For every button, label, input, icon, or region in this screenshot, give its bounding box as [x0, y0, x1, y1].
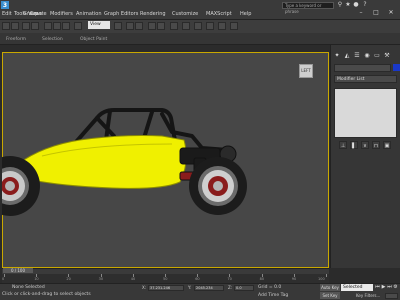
- user-icon[interactable]: ●: [353, 2, 359, 8]
- select-region-button[interactable]: [62, 22, 70, 30]
- menu-maxscript[interactable]: MAXScript: [206, 11, 232, 17]
- menu-help[interactable]: Help: [240, 11, 251, 17]
- infocenter-icon[interactable]: ★: [345, 2, 351, 8]
- timeline-tick-label: 30: [98, 277, 104, 281]
- timeline-tick-label: 70: [227, 277, 232, 281]
- timeline-tick-label: 90: [291, 277, 297, 281]
- layer-button[interactable]: [170, 22, 178, 30]
- timeline-tick-label: 40: [130, 277, 136, 281]
- move-button[interactable]: [74, 22, 82, 30]
- add-time-tag-button[interactable]: Add Time Tag: [258, 293, 288, 298]
- timeline-tick: [326, 274, 327, 277]
- create-tab-icon[interactable]: ✦: [333, 52, 341, 60]
- search-input[interactable]: Type a keyword or phrase: [282, 2, 334, 14]
- key-mode-dropdown[interactable]: Selected: [341, 284, 373, 291]
- display-tab-icon[interactable]: ▭: [373, 52, 381, 60]
- app-logo-icon[interactable]: 3: [1, 1, 9, 9]
- menu-rendering[interactable]: Rendering: [140, 11, 166, 17]
- make-unique-button[interactable]: ∨: [361, 141, 369, 149]
- redo-button[interactable]: [11, 22, 19, 30]
- search-icon[interactable]: ⚲: [337, 2, 343, 8]
- rear-wheel: [189, 157, 247, 215]
- remove-modifier-button[interactable]: ⊓: [372, 141, 380, 149]
- time-config-icon[interactable]: ⚙: [393, 285, 398, 290]
- current-frame-field[interactable]: [385, 293, 398, 299]
- curve-editor-button[interactable]: [182, 22, 190, 30]
- x-coord-field[interactable]: 37.231.246: [148, 285, 184, 291]
- y-coord-label: Y:: [188, 285, 192, 290]
- go-to-start-icon[interactable]: ⏮: [375, 285, 380, 290]
- menu-graph-editors[interactable]: Graph Editors: [104, 11, 138, 17]
- motion-tab-icon[interactable]: ◉: [363, 52, 371, 60]
- prompt-line: Click or click-and-drag to select object…: [2, 292, 91, 297]
- modifier-stack[interactable]: [334, 88, 397, 138]
- material-editor-button[interactable]: [194, 22, 202, 30]
- timeline-tick-label: 0: [2, 277, 5, 281]
- select-object-button[interactable]: [44, 22, 52, 30]
- mirror-button[interactable]: [148, 22, 156, 30]
- timeline-tick-label: 80: [259, 277, 265, 281]
- menu-create[interactable]: Create: [30, 11, 47, 17]
- pivot-button[interactable]: [114, 22, 122, 30]
- utilities-tab-icon[interactable]: ⚒: [383, 52, 391, 60]
- unlink-button[interactable]: [31, 22, 39, 30]
- play-icon[interactable]: ▶: [381, 285, 386, 290]
- reference-coord-dropdown[interactable]: View: [88, 21, 110, 29]
- help-icon[interactable]: ?: [362, 2, 368, 8]
- ribbon-tab-object-paint[interactable]: Object Paint: [80, 37, 107, 42]
- selection-status: None Selected: [12, 285, 45, 290]
- timeline-tick-label: 20: [66, 277, 71, 281]
- grid-size-readout: Grid = 0.0: [258, 285, 282, 290]
- modifier-list-dropdown[interactable]: Modifier List: [334, 75, 397, 83]
- go-to-end-icon[interactable]: ⏭: [387, 285, 392, 290]
- key-filters-button[interactable]: Key Filters...: [356, 293, 380, 298]
- x-coord-label: X:: [142, 285, 147, 290]
- menu-modifiers[interactable]: Modifiers: [50, 11, 73, 17]
- menu-animation[interactable]: Animation: [76, 11, 102, 17]
- object-color-swatch[interactable]: [393, 64, 400, 71]
- ribbon-tab-selection[interactable]: Selection: [42, 37, 63, 42]
- minimize-icon[interactable]: –: [354, 9, 368, 16]
- close-icon[interactable]: ✕: [384, 9, 398, 16]
- render-button[interactable]: [230, 22, 238, 30]
- menu-customize[interactable]: Customize: [172, 11, 198, 17]
- select-by-name-button[interactable]: [53, 22, 61, 30]
- undo-button[interactable]: [2, 22, 10, 30]
- timeline-tick-label: 50: [163, 277, 168, 281]
- modify-tab-icon[interactable]: ◭: [343, 52, 351, 60]
- snap-toggle-button[interactable]: [126, 22, 134, 30]
- time-slider-thumb[interactable]: 0 / 100: [3, 268, 33, 273]
- menu-edit[interactable]: Edit: [2, 11, 12, 17]
- link-button[interactable]: [22, 22, 30, 30]
- timeline-tick-label: 60: [195, 277, 200, 281]
- auto-key-button[interactable]: Auto Key: [320, 284, 340, 291]
- timeline-tick-label: 100: [318, 277, 325, 281]
- pin-stack-button[interactable]: ⊥: [339, 141, 347, 149]
- configure-modifier-sets-button[interactable]: ▣: [383, 141, 391, 149]
- dune-buggy-model[interactable]: [2, 52, 329, 268]
- render-frame-button[interactable]: [218, 22, 226, 30]
- object-name-field[interactable]: [334, 64, 391, 72]
- maximize-icon[interactable]: □: [369, 9, 383, 16]
- hierarchy-tab-icon[interactable]: ☰: [353, 52, 361, 60]
- buggy-body[interactable]: [17, 135, 187, 189]
- z-coord-field[interactable]: 0.0: [234, 285, 254, 291]
- set-key-button[interactable]: Set Key: [320, 292, 340, 299]
- render-setup-button[interactable]: [206, 22, 214, 30]
- align-button[interactable]: [157, 22, 165, 30]
- show-end-result-button[interactable]: ▌: [350, 141, 358, 149]
- y-coord-field[interactable]: 2045.234: [194, 285, 224, 291]
- angle-snap-button[interactable]: [135, 22, 143, 30]
- z-coord-label: Z:: [228, 285, 233, 290]
- timeline-tick-label: 10: [34, 277, 39, 281]
- ribbon-tab-freeform[interactable]: Freeform: [6, 37, 26, 42]
